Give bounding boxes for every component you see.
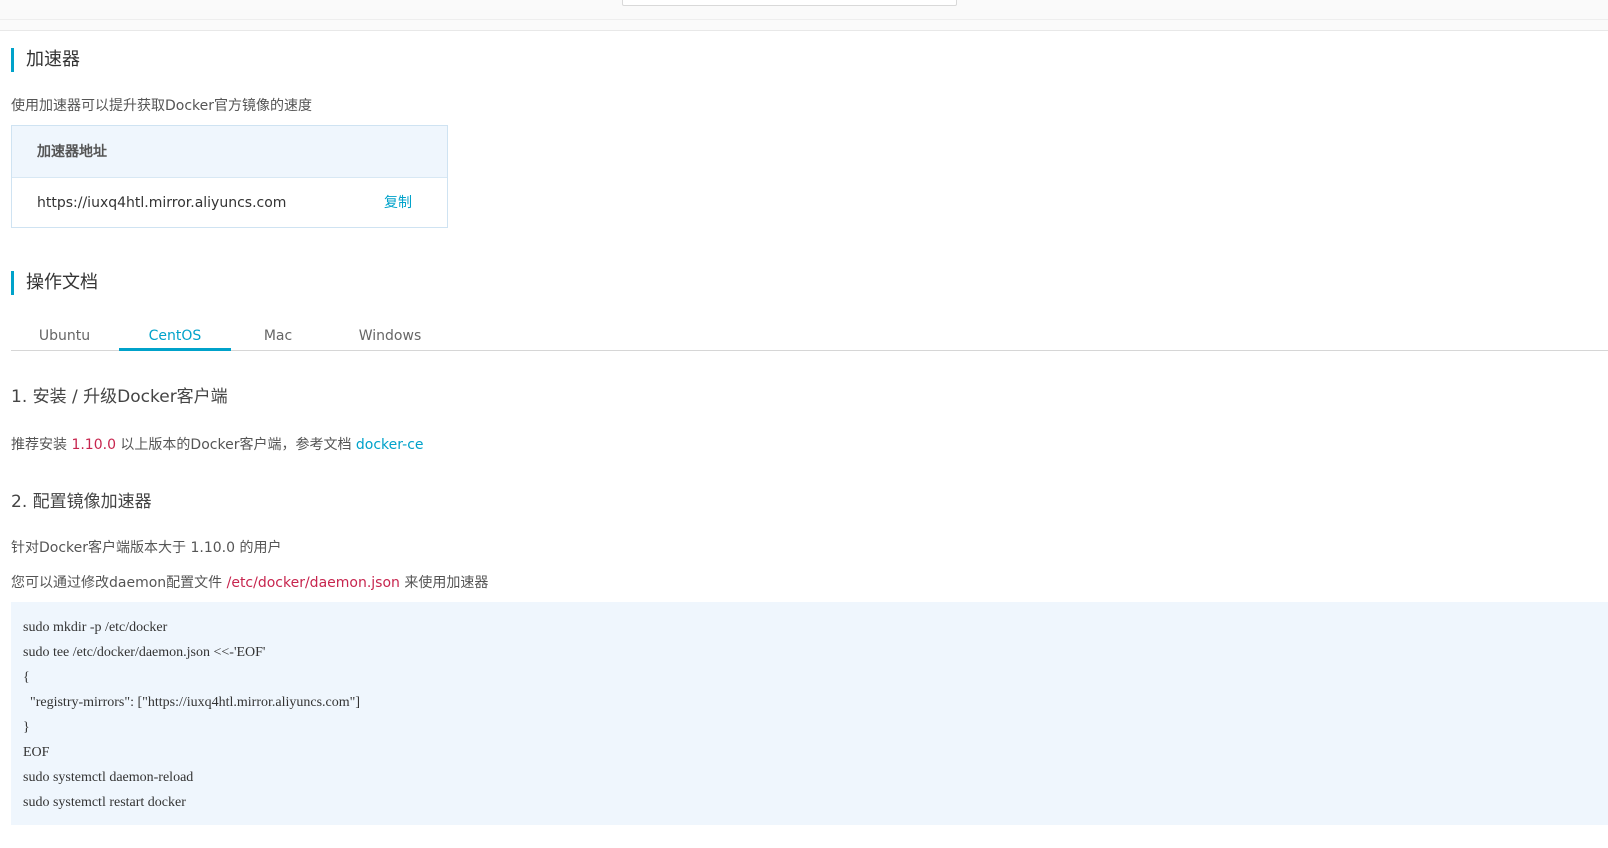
accelerator-description: 使用加速器可以提升获取Docker官方镜像的速度 bbox=[11, 98, 313, 114]
code-line: { bbox=[23, 670, 30, 685]
step2-text-before: 您可以通过修改daemon配置文件 bbox=[11, 575, 227, 591]
code-line: sudo mkdir -p /etc/docker bbox=[23, 620, 168, 635]
top-search-input[interactable] bbox=[622, 0, 957, 6]
step1-title: 1. 安装 / 升级Docker客户端 bbox=[11, 387, 228, 407]
code-line: "registry-mirrors": ["https://iuxq4htl.m… bbox=[23, 695, 361, 710]
accelerator-address: https://iuxq4htl.mirror.aliyuncs.com bbox=[37, 195, 287, 211]
accelerator-table-header: 加速器地址 bbox=[12, 126, 447, 178]
top-bar-divider bbox=[0, 19, 1608, 20]
tab-windows[interactable]: Windows bbox=[329, 321, 451, 351]
code-block: sudo mkdir -p /etc/docker sudo tee /etc/… bbox=[11, 602, 1608, 825]
top-bar bbox=[0, 0, 1608, 31]
accelerator-address-table: 加速器地址 https://iuxq4htl.mirror.aliyuncs.c… bbox=[11, 125, 448, 228]
accelerator-address-row: https://iuxq4htl.mirror.aliyuncs.com 复制 bbox=[12, 178, 447, 228]
step1-text-middle: 以上版本的Docker客户端，参考文档 bbox=[115, 437, 356, 453]
step1-text-before: 推荐安装 bbox=[11, 437, 72, 453]
code-line: sudo tee /etc/docker/daemon.json <<-'EOF… bbox=[23, 645, 266, 660]
code-line: sudo systemctl restart docker bbox=[23, 795, 186, 810]
step2-text-after: 来使用加速器 bbox=[399, 575, 489, 591]
step2-line1: 针对Docker客户端版本大于 1.10.0 的用户 bbox=[11, 540, 282, 556]
code-line: } bbox=[23, 720, 30, 735]
tab-mac[interactable]: Mac bbox=[233, 321, 323, 351]
os-tabs: Ubuntu CentOS Mac Windows bbox=[11, 321, 1608, 351]
step2-line2: 您可以通过修改daemon配置文件 /etc/docker/daemon.jso… bbox=[11, 572, 488, 592]
accelerator-section-title: 加速器 bbox=[11, 48, 80, 72]
step2-title: 2. 配置镜像加速器 bbox=[11, 492, 152, 512]
code-line: EOF bbox=[23, 745, 50, 760]
step1-description: 推荐安装 1.10.0 以上版本的Docker客户端，参考文档 docker-c… bbox=[11, 434, 424, 454]
docker-ce-link[interactable]: docker-ce bbox=[356, 437, 424, 453]
tab-ubuntu[interactable]: Ubuntu bbox=[11, 321, 118, 351]
step1-version: 1.10.0 bbox=[71, 437, 116, 453]
code-line: sudo systemctl daemon-reload bbox=[23, 770, 194, 785]
tab-centos[interactable]: CentOS bbox=[119, 321, 231, 351]
docs-section-title: 操作文档 bbox=[11, 271, 98, 295]
config-file-path: /etc/docker/daemon.json bbox=[226, 575, 400, 591]
copy-link[interactable]: 复制 bbox=[384, 178, 412, 228]
